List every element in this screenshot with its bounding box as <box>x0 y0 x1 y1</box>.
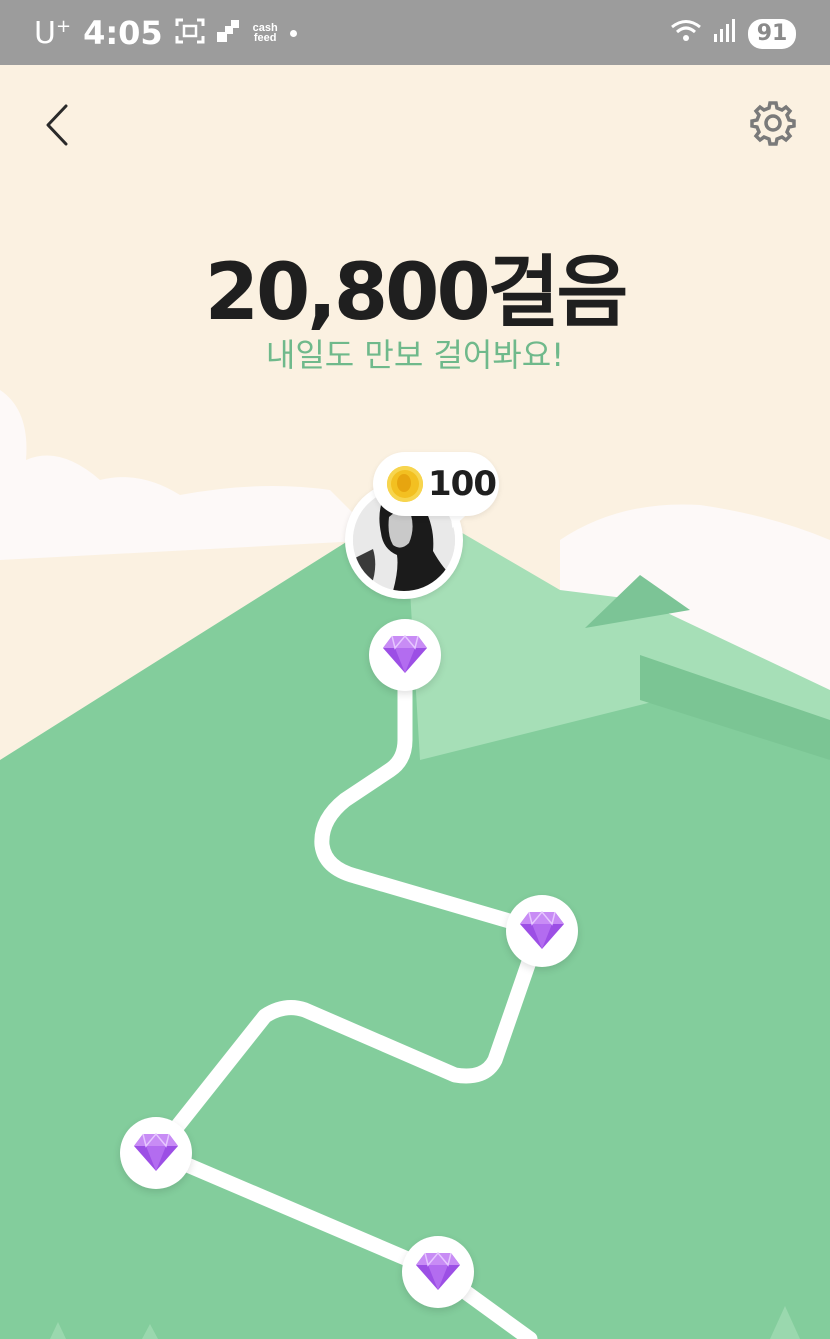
notification-dot-icon <box>289 29 297 37</box>
chevron-left-icon <box>46 104 68 146</box>
battery-icon: 91 <box>748 18 796 49</box>
diamond-gem-icon <box>383 634 427 673</box>
diamond-gem-icon <box>416 1251 460 1290</box>
milestone-gem[interactable] <box>369 619 441 691</box>
diamond-gem-icon <box>520 910 564 949</box>
carrier-label: U+ <box>34 15 72 51</box>
screenshot-icon <box>175 18 205 49</box>
settings-button[interactable] <box>750 100 796 146</box>
milestone-gem[interactable] <box>402 1236 474 1308</box>
coin-icon <box>387 466 423 502</box>
back-button[interactable] <box>38 102 78 148</box>
wifi-icon <box>670 18 702 49</box>
step-count: 20,800걸음 <box>204 248 629 338</box>
coin-reward-bubble[interactable]: 100 <box>373 452 499 516</box>
milestone-gem[interactable] <box>506 895 578 967</box>
cashfeed-icon: cash feed <box>252 22 278 44</box>
cloud-left <box>0 390 380 560</box>
milestone-gem[interactable] <box>120 1117 192 1189</box>
status-bar: U+ 4:05 cash feed 91 <box>0 0 830 65</box>
diamond-gem-icon <box>134 1132 178 1171</box>
signal-icon <box>712 18 738 49</box>
app-notification-icon <box>216 19 241 47</box>
gear-icon <box>750 101 796 146</box>
status-time: 4:05 <box>83 14 163 52</box>
coin-reward-value: 100 <box>428 464 497 504</box>
motivation-text: 내일도 만보 걸어봐요! <box>265 336 565 374</box>
